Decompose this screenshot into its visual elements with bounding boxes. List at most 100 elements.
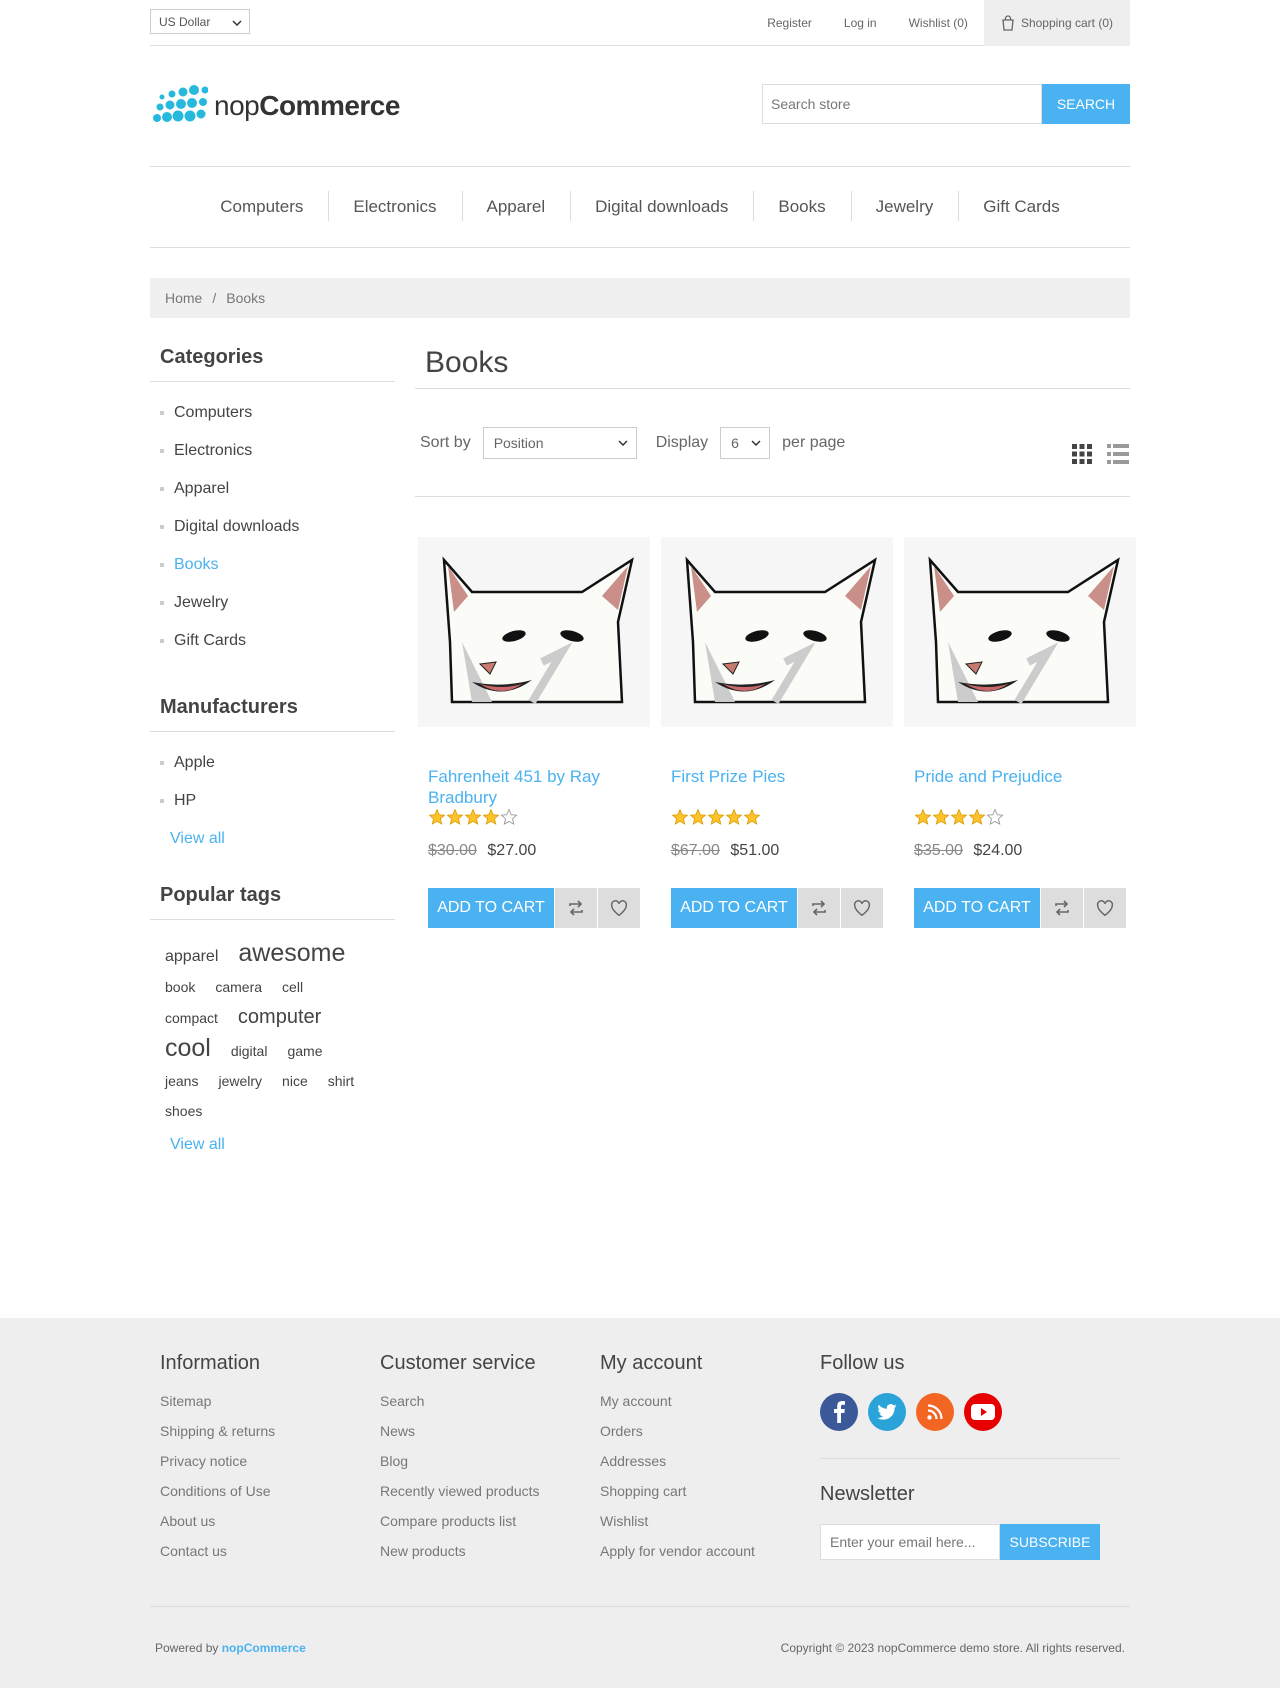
tag-game[interactable]: game bbox=[287, 1036, 322, 1066]
footer-link-blog[interactable]: Blog bbox=[380, 1453, 540, 1483]
nav-item-jewelry[interactable]: Jewelry bbox=[850, 191, 959, 221]
rss-icon[interactable] bbox=[916, 1393, 954, 1431]
tag-cell[interactable]: cell bbox=[282, 972, 303, 1002]
star-filled-icon bbox=[932, 808, 950, 830]
tag-camera[interactable]: camera bbox=[215, 972, 262, 1002]
youtube-icon[interactable] bbox=[964, 1393, 1002, 1431]
product-image[interactable] bbox=[432, 552, 637, 712]
footer-link-sitemap[interactable]: Sitemap bbox=[160, 1393, 275, 1423]
category-electronics[interactable]: Electronics bbox=[150, 432, 395, 470]
product-picture[interactable] bbox=[418, 537, 650, 727]
add-to-cart-button[interactable]: ADD TO CART bbox=[914, 888, 1040, 928]
nav-item-apparel[interactable]: Apparel bbox=[461, 191, 571, 221]
footer-link-contact-us[interactable]: Contact us bbox=[160, 1543, 275, 1573]
register-link[interactable]: Register bbox=[767, 16, 812, 30]
manufacturer-apple[interactable]: Apple bbox=[150, 744, 395, 782]
compare-icon[interactable] bbox=[1041, 888, 1083, 928]
footer-link-shopping-cart[interactable]: Shopping cart bbox=[600, 1483, 755, 1513]
popular-tags-block: Popular tags apparel awesome book camera… bbox=[150, 884, 395, 1154]
tag-jewelry[interactable]: jewelry bbox=[218, 1066, 262, 1096]
add-to-cart-button[interactable]: ADD TO CART bbox=[428, 888, 554, 928]
breadcrumb-home[interactable]: Home bbox=[165, 290, 202, 306]
facebook-icon[interactable] bbox=[820, 1393, 858, 1431]
footer-link-wishlist[interactable]: Wishlist bbox=[600, 1513, 755, 1543]
compare-icon[interactable] bbox=[555, 888, 597, 928]
manufacturers-view-all-link[interactable]: View all bbox=[150, 830, 395, 848]
wishlist-heart-icon[interactable] bbox=[841, 888, 883, 928]
category-gift-cards[interactable]: Gift Cards bbox=[150, 622, 395, 660]
search-input[interactable]: Search store bbox=[762, 84, 1042, 124]
shopping-cart-link[interactable]: Shopping cart (0) bbox=[983, 0, 1130, 46]
shopping-cart-label: Shopping cart (0) bbox=[1020, 15, 1113, 30]
tag-compact[interactable]: compact bbox=[165, 1003, 218, 1033]
product-title[interactable]: Pride and Prejudice bbox=[914, 766, 1126, 810]
compare-icon[interactable] bbox=[798, 888, 840, 928]
actual-price: $24.00 bbox=[973, 842, 1023, 859]
wishlist-heart-icon[interactable] bbox=[1084, 888, 1126, 928]
footer-link-shipping-returns[interactable]: Shipping & returns bbox=[160, 1423, 275, 1453]
category-apparel[interactable]: Apparel bbox=[150, 470, 395, 508]
page-size-select[interactable]: 6 bbox=[720, 426, 771, 459]
tag-cool[interactable]: cool bbox=[165, 1033, 211, 1063]
wishlist-link[interactable]: Wishlist (0) bbox=[909, 16, 968, 30]
product-card: Pride and Prejudice $35.00 $24.00 ADD TO… bbox=[904, 537, 1136, 928]
tag-shirt[interactable]: shirt bbox=[328, 1066, 354, 1096]
newsletter-email-input[interactable]: Enter your email here... bbox=[820, 1524, 1000, 1560]
twitter-icon[interactable] bbox=[868, 1393, 906, 1431]
product-image[interactable] bbox=[918, 552, 1123, 712]
list-view-icon[interactable] bbox=[1106, 442, 1130, 466]
product-image[interactable] bbox=[675, 552, 880, 712]
nav-item-digital-downloads[interactable]: Digital downloads bbox=[570, 191, 753, 221]
star-filled-icon bbox=[464, 808, 482, 830]
category-computers[interactable]: Computers bbox=[150, 394, 395, 432]
sidebar: Categories Computers Electronics Apparel… bbox=[150, 346, 395, 1226]
footer-link-compare-products[interactable]: Compare products list bbox=[380, 1513, 540, 1543]
login-link[interactable]: Log in bbox=[844, 16, 877, 30]
category-jewelry[interactable]: Jewelry bbox=[150, 584, 395, 622]
nav-item-gift-cards[interactable]: Gift Cards bbox=[958, 191, 1085, 221]
product-picture[interactable] bbox=[904, 537, 1136, 727]
product-picture[interactable] bbox=[661, 537, 893, 727]
search-button[interactable]: SEARCH bbox=[1042, 84, 1130, 124]
footer-link-privacy-notice[interactable]: Privacy notice bbox=[160, 1453, 275, 1483]
tag-nice[interactable]: nice bbox=[282, 1066, 308, 1096]
tags-view-all-link[interactable]: View all bbox=[150, 1136, 395, 1154]
tag-book[interactable]: book bbox=[165, 972, 195, 1002]
product-title[interactable]: First Prize Pies bbox=[671, 766, 883, 810]
nav-item-computers[interactable]: Computers bbox=[195, 197, 328, 217]
footer-link-orders[interactable]: Orders bbox=[600, 1423, 755, 1453]
footer-link-new-products[interactable]: New products bbox=[380, 1543, 540, 1573]
product-title[interactable]: Fahrenheit 451 by Ray Bradbury bbox=[428, 766, 640, 810]
logo[interactable]: nopCommerce bbox=[152, 84, 400, 128]
nav-item-electronics[interactable]: Electronics bbox=[328, 191, 461, 221]
footer-link-conditions-of-use[interactable]: Conditions of Use bbox=[160, 1483, 275, 1513]
footer-link-recently-viewed[interactable]: Recently viewed products bbox=[380, 1483, 540, 1513]
footer-link-news[interactable]: News bbox=[380, 1423, 540, 1453]
tag-digital[interactable]: digital bbox=[231, 1036, 268, 1066]
tag-jeans[interactable]: jeans bbox=[165, 1066, 198, 1096]
wishlist-heart-icon[interactable] bbox=[598, 888, 640, 928]
manufacturer-hp[interactable]: HP bbox=[150, 782, 395, 820]
tag-computer[interactable]: computer bbox=[238, 1002, 321, 1032]
star-empty-icon bbox=[986, 808, 1004, 830]
category-books[interactable]: Books bbox=[150, 546, 395, 584]
footer-link-my-account[interactable]: My account bbox=[600, 1393, 755, 1423]
footer-link-search[interactable]: Search bbox=[380, 1393, 540, 1423]
footer-link-vendor-account[interactable]: Apply for vendor account bbox=[600, 1543, 755, 1573]
nav-item-books[interactable]: Books bbox=[753, 191, 850, 221]
add-to-cart-button[interactable]: ADD TO CART bbox=[671, 888, 797, 928]
category-digital-downloads[interactable]: Digital downloads bbox=[150, 508, 395, 546]
tag-shoes[interactable]: shoes bbox=[165, 1096, 202, 1126]
header-links-bar: US Dollar Register Log in Wishlist (0) S… bbox=[150, 0, 1130, 46]
sort-select[interactable]: Position bbox=[482, 426, 637, 459]
star-filled-icon bbox=[689, 808, 707, 830]
star-filled-icon bbox=[950, 808, 968, 830]
tag-awesome[interactable]: awesome bbox=[238, 938, 345, 968]
grid-view-icon[interactable] bbox=[1070, 442, 1094, 466]
newsletter-subscribe-button[interactable]: SUBSCRIBE bbox=[1000, 1524, 1100, 1560]
currency-selector[interactable]: US Dollar bbox=[150, 9, 250, 34]
star-empty-icon bbox=[500, 808, 518, 830]
tag-apparel[interactable]: apparel bbox=[165, 942, 218, 972]
footer-link-about-us[interactable]: About us bbox=[160, 1513, 275, 1543]
footer-link-addresses[interactable]: Addresses bbox=[600, 1453, 755, 1483]
